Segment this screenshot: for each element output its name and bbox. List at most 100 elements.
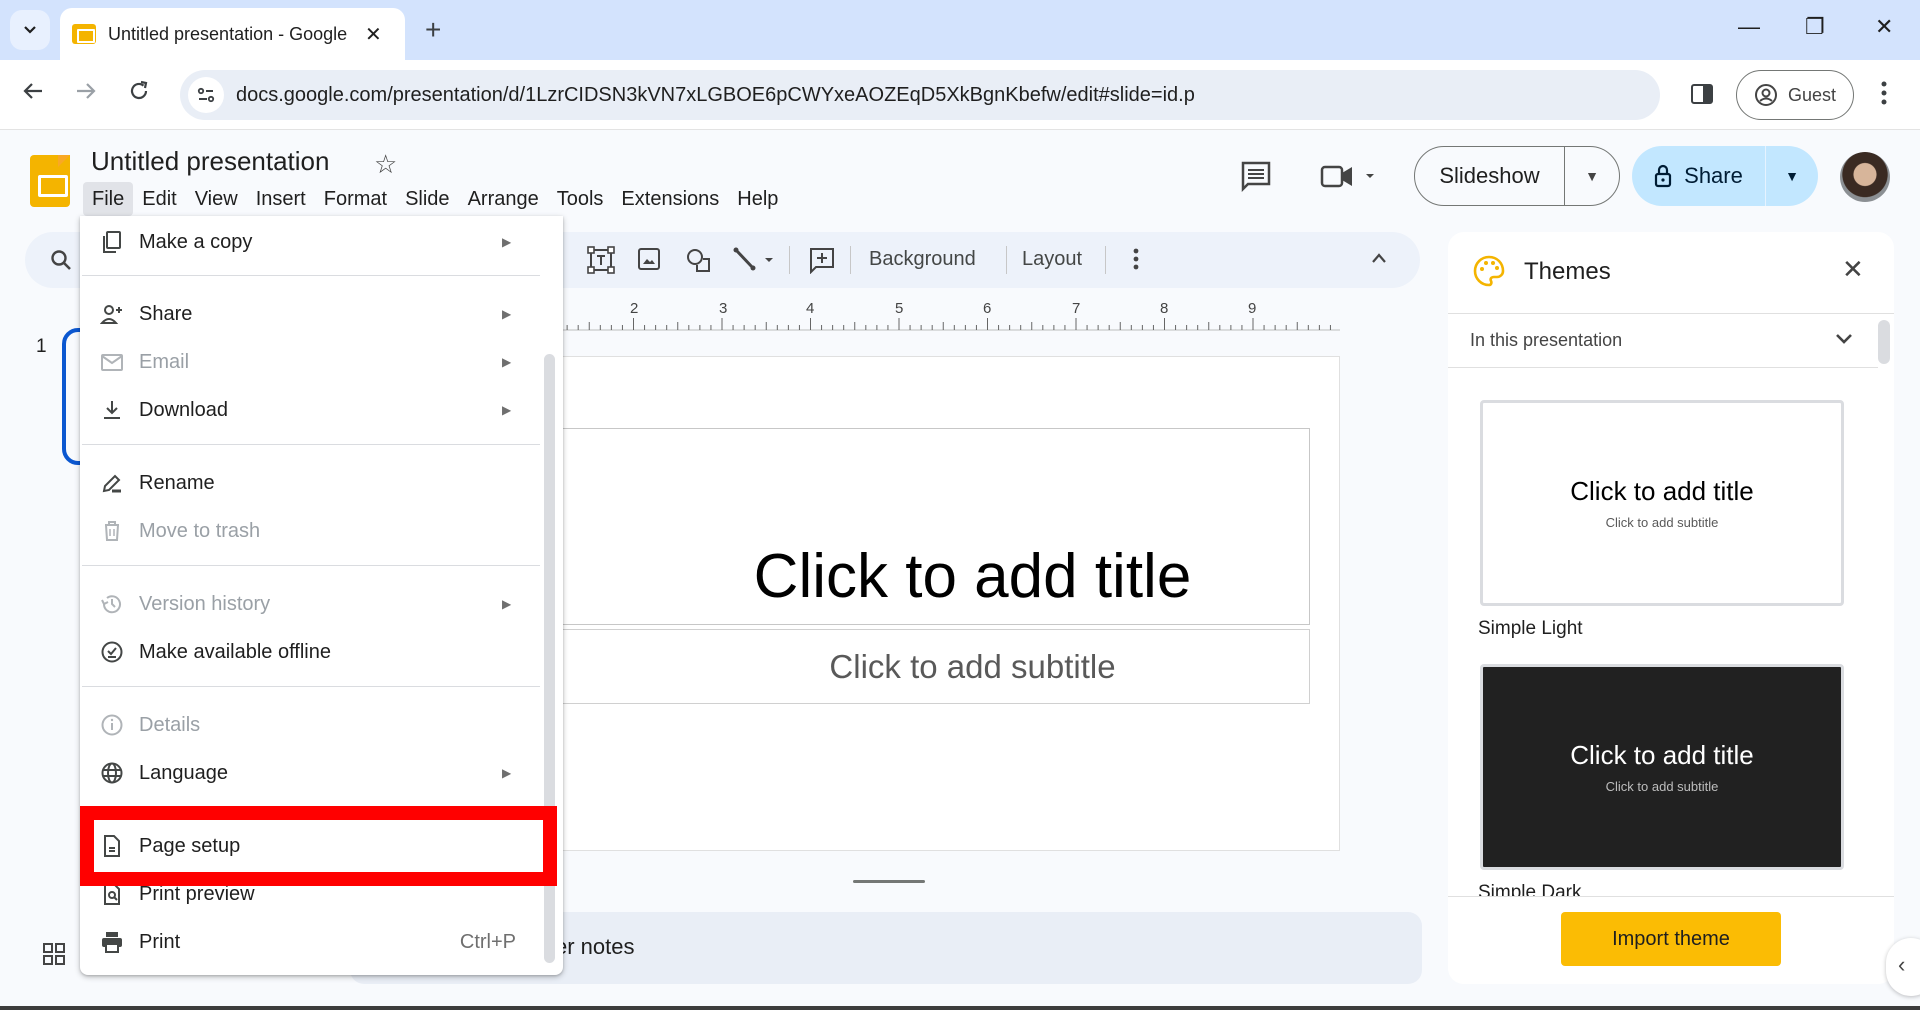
menu-item-label: Language bbox=[139, 761, 228, 784]
more-options-button[interactable] bbox=[1132, 246, 1140, 272]
meet-button[interactable] bbox=[1320, 162, 1376, 190]
ruler-number: 9 bbox=[1248, 300, 1257, 317]
chevron-left-icon: ‹ bbox=[1898, 952, 1906, 977]
speaker-notes-placeholder: er notes bbox=[555, 934, 635, 959]
theme-name: Simple Light bbox=[1478, 618, 1583, 639]
file-menu-item-print-preview[interactable]: Print preview bbox=[80, 870, 540, 918]
menu-file[interactable]: File bbox=[83, 182, 134, 216]
menu-tools[interactable]: Tools bbox=[548, 182, 613, 216]
grid-view-button[interactable] bbox=[42, 942, 66, 966]
collapse-toolbar-button[interactable] bbox=[1371, 252, 1387, 264]
background-button[interactable]: Background bbox=[869, 248, 976, 271]
slide-number: 1 bbox=[36, 336, 47, 357]
user-avatar[interactable] bbox=[1840, 152, 1890, 202]
theme-preview-subtitle: Click to add subtitle bbox=[1605, 515, 1719, 530]
file-menu-scrollbar[interactable] bbox=[544, 354, 555, 963]
reload-button[interactable] bbox=[128, 80, 150, 102]
submenu-arrow-icon: ▶ bbox=[502, 235, 512, 249]
new-tab-button[interactable]: + bbox=[425, 14, 441, 46]
text-box-button[interactable] bbox=[587, 246, 615, 274]
back-button[interactable] bbox=[22, 80, 44, 102]
comments-button[interactable] bbox=[1240, 160, 1272, 192]
insert-image-button[interactable] bbox=[636, 246, 662, 272]
menu-divider bbox=[82, 565, 540, 566]
file-menu-item-email[interactable]: Email ▶ bbox=[80, 338, 540, 386]
share-button[interactable]: Share bbox=[1632, 146, 1766, 206]
search-menus-button[interactable] bbox=[49, 248, 73, 272]
close-window-button[interactable]: ✕ bbox=[1875, 14, 1893, 40]
show-side-panel-button[interactable]: ‹ bbox=[1886, 938, 1920, 996]
file-menu-item-page-setup[interactable]: Page setup bbox=[80, 822, 540, 870]
keyboard-shortcut: Ctrl+P bbox=[459, 930, 516, 953]
file-menu-item-make-a-copy[interactable]: Make a copy ▶ bbox=[80, 218, 540, 266]
menu-edit[interactable]: Edit bbox=[133, 182, 185, 216]
menu-view[interactable]: View bbox=[186, 182, 247, 216]
tune-icon bbox=[197, 87, 215, 103]
slideshow-dropdown-button[interactable]: ▼ bbox=[1565, 168, 1619, 184]
ruler-ticks bbox=[562, 318, 1340, 331]
submenu-arrow-icon: ▶ bbox=[502, 403, 512, 417]
layout-button[interactable]: Layout bbox=[1022, 248, 1082, 271]
menu-divider bbox=[82, 275, 540, 276]
side-panel-icon bbox=[1691, 84, 1713, 104]
slides-logo-icon[interactable] bbox=[30, 155, 70, 207]
file-menu-item-make-available-offline[interactable]: Make available offline bbox=[80, 628, 540, 676]
notes-resize-handle[interactable] bbox=[853, 880, 925, 883]
menu-item-label: Rename bbox=[139, 471, 215, 494]
submenu-arrow-icon: ▶ bbox=[502, 597, 512, 611]
profile-label: Guest bbox=[1787, 84, 1837, 105]
file-menu-item-details[interactable]: Details bbox=[80, 701, 540, 749]
address-bar[interactable]: docs.google.com/presentation/d/1LzrCIDSN… bbox=[180, 70, 1660, 120]
star-icon[interactable]: ☆ bbox=[374, 149, 397, 180]
browser-tab[interactable]: Untitled presentation - Google Slides ✕ bbox=[60, 8, 405, 60]
shape-button[interactable] bbox=[684, 246, 712, 274]
menu-format[interactable]: Format bbox=[315, 182, 396, 216]
document-title[interactable]: Untitled presentation bbox=[91, 146, 329, 177]
toolbar-divider bbox=[1105, 246, 1106, 274]
file-menu-item-print[interactable]: Print Ctrl+P bbox=[80, 918, 540, 966]
file-menu-item-move-to-trash[interactable]: Move to trash bbox=[80, 507, 540, 555]
ruler-number: 8 bbox=[1160, 300, 1169, 317]
themes-panel: Themes ✕ In this presentation Click to a… bbox=[1448, 232, 1894, 984]
menu-arrange[interactable]: Arrange bbox=[459, 182, 548, 216]
theme-card-simple-light[interactable]: Click to add title Click to add subtitle bbox=[1480, 400, 1844, 606]
menu-divider bbox=[82, 444, 540, 445]
chevron-up-icon bbox=[1372, 253, 1386, 263]
forward-button[interactable] bbox=[75, 80, 97, 102]
browser-menu-button[interactable] bbox=[1880, 80, 1888, 106]
profile-button[interactable]: Guest bbox=[1736, 70, 1854, 120]
side-panel-button[interactable] bbox=[1690, 82, 1714, 106]
slideshow-button[interactable]: Slideshow bbox=[1415, 147, 1565, 205]
theme-source-dropdown[interactable]: In this presentation bbox=[1448, 314, 1878, 368]
menu-extensions[interactable]: Extensions bbox=[612, 182, 728, 216]
menu-insert[interactable]: Insert bbox=[247, 182, 315, 216]
toolbar-divider bbox=[1006, 246, 1007, 274]
info-icon bbox=[100, 713, 124, 737]
menu-slide[interactable]: Slide bbox=[396, 182, 458, 216]
menu-item-label: Email bbox=[139, 350, 190, 373]
add-comment-button[interactable] bbox=[808, 246, 836, 274]
title-placeholder[interactable]: Click to add title bbox=[555, 428, 1310, 625]
file-menu-item-language[interactable]: Language ▶ bbox=[80, 749, 540, 797]
minimize-button[interactable]: — bbox=[1738, 14, 1760, 40]
globe-icon bbox=[100, 761, 124, 785]
file-menu-item-rename[interactable]: Rename bbox=[80, 459, 540, 507]
file-menu-item-version-history[interactable]: Version history ▶ bbox=[80, 580, 540, 628]
line-button[interactable] bbox=[731, 246, 779, 274]
close-tab-icon[interactable]: ✕ bbox=[365, 22, 382, 47]
file-menu-item-download[interactable]: Download ▶ bbox=[80, 386, 540, 434]
import-theme-button[interactable]: Import theme bbox=[1561, 912, 1781, 966]
themes-scrollbar[interactable] bbox=[1878, 320, 1890, 364]
tab-search-button[interactable] bbox=[10, 10, 50, 50]
menu-help[interactable]: Help bbox=[728, 182, 787, 216]
subtitle-placeholder[interactable]: Click to add subtitle bbox=[555, 629, 1310, 704]
restore-button[interactable]: ❐ bbox=[1805, 14, 1825, 40]
page-icon bbox=[100, 834, 124, 858]
slideshow-button-group: Slideshow ▼ bbox=[1414, 146, 1620, 206]
share-dropdown-button[interactable]: ▼ bbox=[1766, 168, 1818, 184]
site-info-button[interactable] bbox=[188, 77, 224, 113]
close-themes-button[interactable]: ✕ bbox=[1842, 254, 1864, 285]
theme-card-simple-dark[interactable]: Click to add title Click to add subtitle bbox=[1480, 664, 1844, 870]
file-menu-item-share[interactable]: Share ▶ bbox=[80, 290, 540, 338]
image-icon bbox=[638, 248, 660, 270]
